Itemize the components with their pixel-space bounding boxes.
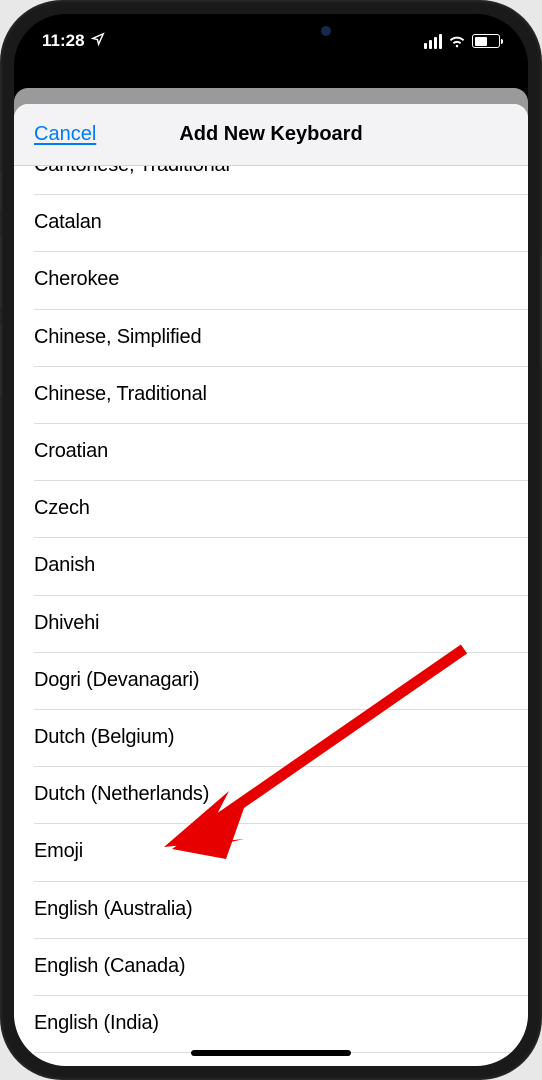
separator xyxy=(34,652,528,653)
side-button-vol-up xyxy=(0,235,2,307)
device-notch xyxy=(151,14,391,50)
keyboard-list[interactable]: Cantonese, Traditional Catalan Cherokee Chi… xyxy=(14,166,528,1066)
keyboard-item-label: English (India) xyxy=(34,1012,159,1035)
keyboard-list-item[interactable]: Cherokee xyxy=(14,251,528,308)
separator xyxy=(34,309,528,310)
separator xyxy=(34,938,528,939)
keyboard-list-item[interactable]: Catalan xyxy=(14,194,528,251)
keyboard-list-item[interactable]: English (Canada) xyxy=(14,938,528,995)
keyboard-item-label: English (Canada) xyxy=(34,955,185,978)
side-button-mute xyxy=(0,170,2,210)
add-keyboard-modal: Cancel Add New Keyboard Cantonese, Tradi… xyxy=(14,104,528,1066)
modal-title: Add New Keyboard xyxy=(179,123,362,146)
keyboard-item-label: Cantonese, Traditional xyxy=(34,166,230,177)
keyboard-item-label: English (Australia) xyxy=(34,898,193,921)
phone-frame: 11:28 xyxy=(0,0,542,1080)
cancel-button[interactable]: Cancel xyxy=(34,123,96,146)
keyboard-list-item[interactable]: Dhivehi xyxy=(14,595,528,652)
keyboard-list-item[interactable]: Czech xyxy=(14,480,528,537)
separator xyxy=(34,537,528,538)
separator xyxy=(34,251,528,252)
modal-header: Cancel Add New Keyboard xyxy=(14,104,528,166)
separator xyxy=(34,366,528,367)
keyboard-item-label: Dutch (Belgium) xyxy=(34,726,174,749)
keyboard-list-item[interactable]: Croatian xyxy=(14,423,528,480)
separator xyxy=(34,823,528,824)
battery-icon xyxy=(472,34,500,48)
location-icon xyxy=(91,31,105,51)
keyboard-item-label: Cherokee xyxy=(34,268,119,291)
separator xyxy=(34,423,528,424)
keyboard-list-item[interactable]: Dogri (Devanagari) xyxy=(14,652,528,709)
keyboard-item-label: Dutch (Netherlands) xyxy=(34,783,209,806)
keyboard-item-label: Chinese, Traditional xyxy=(34,383,207,406)
keyboard-item-label: Danish xyxy=(34,554,95,577)
status-time: 11:28 xyxy=(42,31,85,51)
keyboard-list-item[interactable]: Emoji xyxy=(14,823,528,880)
separator xyxy=(34,881,528,882)
keyboard-list-item[interactable]: Cantonese, Traditional xyxy=(14,166,528,194)
separator xyxy=(34,995,528,996)
keyboard-list-item[interactable]: English (Australia) xyxy=(14,880,528,937)
separator xyxy=(34,595,528,596)
keyboard-item-label: Dhivehi xyxy=(34,612,99,635)
keyboard-item-label: Czech xyxy=(34,497,90,520)
keyboard-item-label: Croatian xyxy=(34,440,108,463)
separator xyxy=(34,194,528,195)
side-button-vol-down xyxy=(0,325,2,397)
home-indicator[interactable] xyxy=(191,1050,351,1056)
screen: 11:28 xyxy=(14,14,528,1066)
keyboard-item-label: Catalan xyxy=(34,211,102,234)
keyboard-list-item[interactable]: Dutch (Belgium) xyxy=(14,709,528,766)
keyboard-item-label: Chinese, Simplified xyxy=(34,326,201,349)
keyboard-item-label: Dogri (Devanagari) xyxy=(34,669,199,692)
wifi-icon xyxy=(448,34,466,48)
cellular-signal-icon xyxy=(424,34,442,49)
separator xyxy=(34,766,528,767)
keyboard-list-item[interactable]: Chinese, Traditional xyxy=(14,366,528,423)
keyboard-list-item[interactable]: Danish xyxy=(14,537,528,594)
keyboard-list-item[interactable]: Chinese, Simplified xyxy=(14,309,528,366)
phone-screen-area: 11:28 xyxy=(14,14,528,1066)
separator xyxy=(34,480,528,481)
keyboard-list-item[interactable]: Dutch (Netherlands) xyxy=(14,766,528,823)
keyboard-list-item[interactable]: English (India) xyxy=(14,995,528,1052)
keyboard-item-label: Emoji xyxy=(34,840,83,863)
front-camera xyxy=(321,26,331,36)
separator xyxy=(34,709,528,710)
